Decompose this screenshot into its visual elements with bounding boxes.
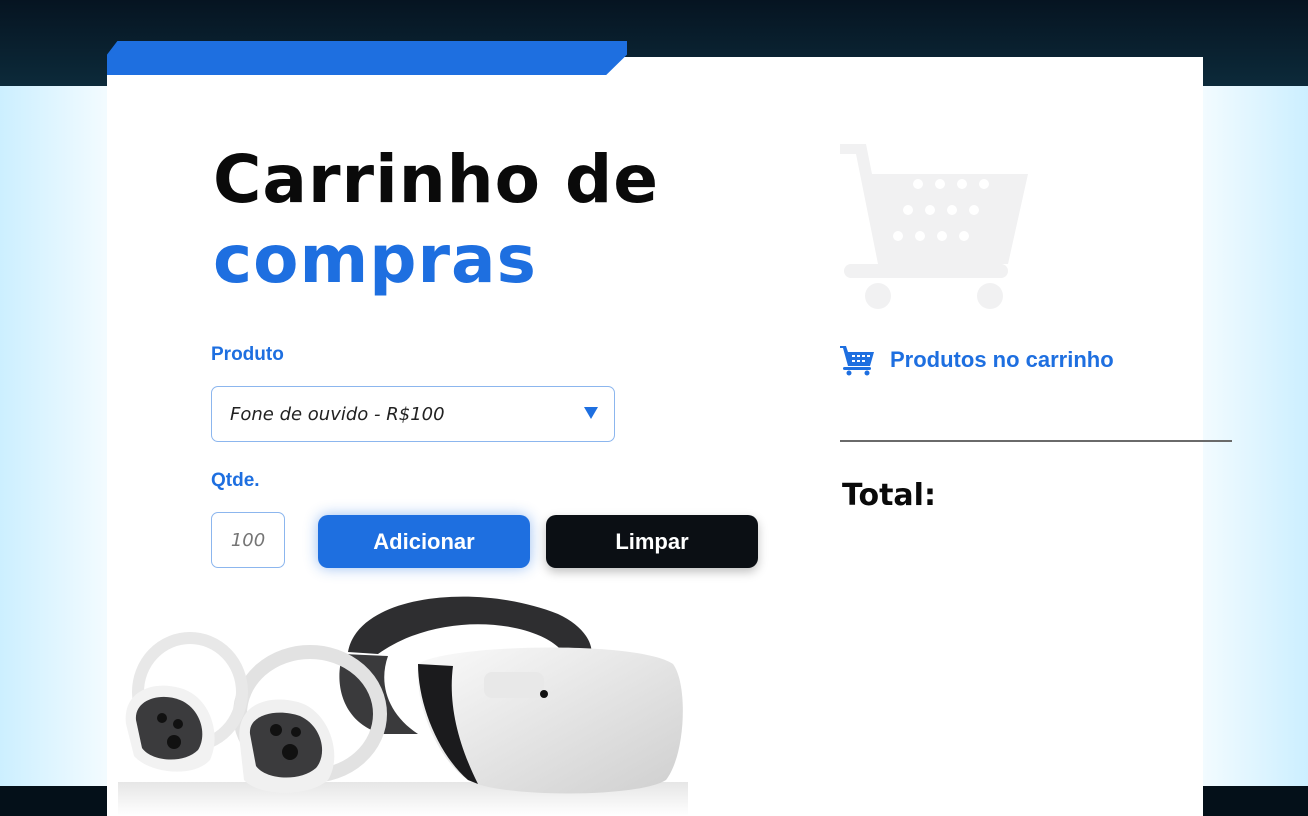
- clear-button[interactable]: Limpar: [546, 515, 758, 568]
- triangle-down-icon: [584, 407, 598, 419]
- cart-heading-label: Produtos no carrinho: [890, 347, 1114, 372]
- vr-headset-image: [118, 584, 688, 816]
- product-select[interactable]: Fone de ouvido - R$100: [211, 386, 615, 442]
- page-title-line1: Carrinho de: [213, 141, 659, 218]
- card-tab: [107, 41, 627, 75]
- cart-divider: [840, 440, 1232, 442]
- shopping-cart-icon: [840, 346, 874, 376]
- page-title-line2: compras: [213, 221, 537, 298]
- qty-label: Qtde.: [211, 470, 260, 491]
- qty-input[interactable]: [211, 512, 285, 568]
- page-title: Carrinho de compras: [213, 140, 659, 300]
- product-label: Produto: [211, 344, 284, 365]
- total-label: Total:: [842, 478, 936, 513]
- shopping-cart-icon: [838, 136, 1033, 319]
- product-select-value: Fone de ouvido - R$100: [230, 403, 445, 425]
- cart-heading: Produtos no carrinho: [840, 344, 1114, 376]
- add-button[interactable]: Adicionar: [318, 515, 530, 568]
